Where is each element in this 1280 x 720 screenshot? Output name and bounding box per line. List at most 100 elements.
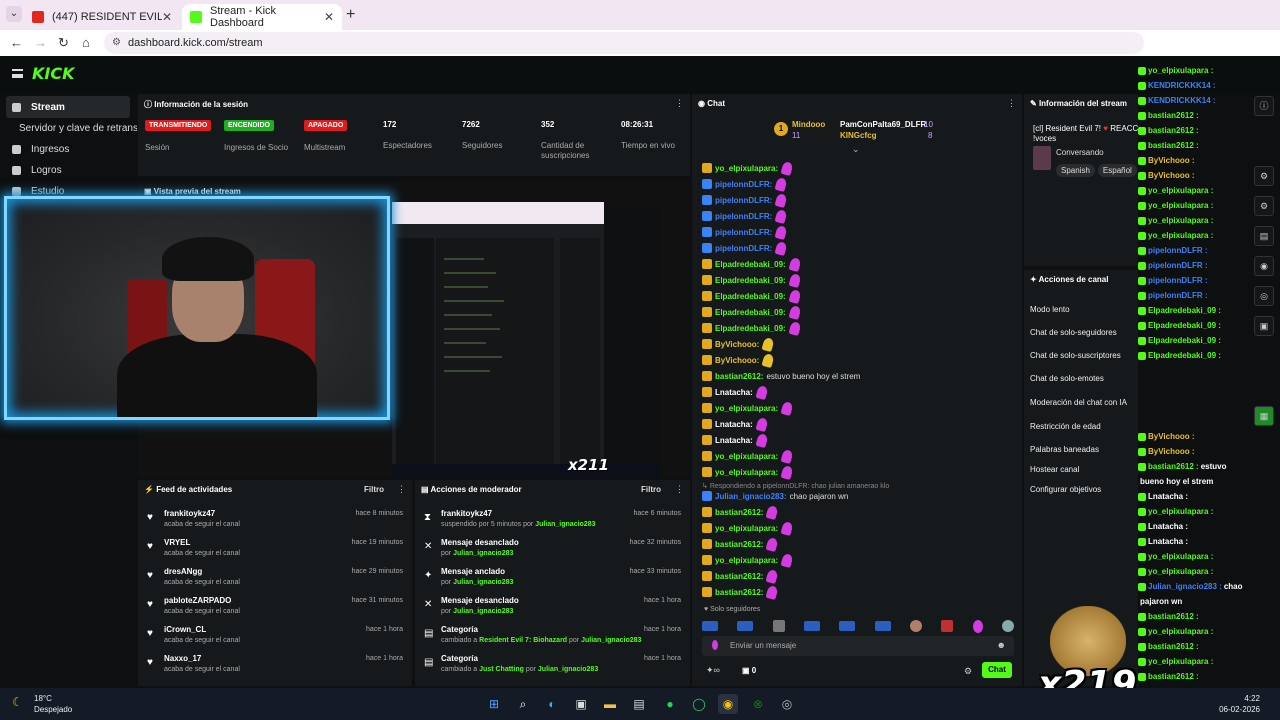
browser-tab-kick[interactable]: Stream - Kick Dashboard ✕ bbox=[182, 4, 342, 30]
more-options-icon[interactable]: ⋮ bbox=[675, 484, 684, 495]
feed-user[interactable]: Naxxo_17 bbox=[164, 654, 201, 663]
emote-icon[interactable] bbox=[839, 621, 856, 631]
chat-user[interactable]: Elpadredebaki_09: bbox=[715, 324, 786, 333]
action-emotes-only[interactable]: Chat de solo-emotes bbox=[1030, 374, 1104, 383]
url-field[interactable]: ⚙ dashboard.kick.com/stream bbox=[104, 32, 1144, 54]
close-tab-icon[interactable]: ✕ bbox=[162, 10, 172, 24]
feed-user[interactable]: pabloteZARPADO bbox=[164, 596, 231, 605]
action-host-channel[interactable]: Hostear canal bbox=[1030, 465, 1079, 474]
chat-user[interactable]: ByVichooo: bbox=[715, 340, 759, 349]
tool-icon[interactable]: ⚙ bbox=[1254, 166, 1274, 186]
chat-user[interactable]: pipelonnDLFR: bbox=[715, 212, 772, 221]
leader-user[interactable]: PamConPalta69_DLFR bbox=[840, 120, 926, 129]
more-options-icon[interactable]: ⋮ bbox=[397, 484, 406, 495]
emote-icon[interactable] bbox=[874, 621, 891, 631]
sidebar-item-logros[interactable]: Logros bbox=[6, 159, 62, 181]
more-options-icon[interactable]: ⋮ bbox=[1007, 98, 1016, 109]
chat-icon[interactable]: ◉ bbox=[1254, 256, 1274, 276]
site-info-icon[interactable]: ⚙ bbox=[112, 32, 121, 54]
send-chat-button[interactable]: Chat bbox=[982, 662, 1012, 678]
emote-icon[interactable] bbox=[909, 620, 922, 632]
folder-icon[interactable]: ▬ bbox=[600, 694, 620, 714]
reload-icon[interactable]: ↻ bbox=[58, 35, 69, 51]
action-slow-mode[interactable]: Modo lento bbox=[1030, 305, 1070, 314]
stream-preview-video[interactable] bbox=[392, 202, 660, 478]
feed-user[interactable]: dresANgg bbox=[164, 567, 202, 576]
close-tab-icon[interactable]: ✕ bbox=[324, 10, 334, 24]
chevron-down-icon[interactable]: ⌄ bbox=[852, 144, 860, 155]
home-icon[interactable]: ⌂ bbox=[82, 35, 90, 50]
chat-user[interactable]: yo_elpixulapara: bbox=[715, 556, 778, 565]
sidebar-item-ingresos[interactable]: Ingresos bbox=[6, 138, 69, 160]
chat-user[interactable]: Elpadredebaki_09: bbox=[715, 292, 786, 301]
emote-icon[interactable] bbox=[772, 620, 785, 632]
chat-user[interactable]: Lnatacha: bbox=[715, 436, 753, 445]
chat-user[interactable]: yo_elpixulapara: bbox=[715, 452, 778, 461]
emote-icon[interactable] bbox=[1001, 620, 1014, 632]
chat-user[interactable]: yo_elpixulapara: bbox=[715, 468, 778, 477]
chat-user[interactable]: bastian2612: bbox=[715, 588, 763, 597]
info-icon[interactable]: ⓘ bbox=[1254, 96, 1274, 116]
chat-user[interactable]: pipelonnDLFR: bbox=[715, 180, 772, 189]
whatsapp-icon[interactable]: ◯ bbox=[689, 694, 709, 714]
chat-user[interactable]: Elpadredebaki_09: bbox=[715, 276, 786, 285]
action-goals[interactable]: Configurar objetivos bbox=[1030, 485, 1101, 494]
sidebar-item-stream[interactable]: Stream bbox=[6, 96, 130, 118]
emote-icon[interactable] bbox=[702, 621, 718, 631]
chat-user[interactable]: pipelonnDLFR: bbox=[715, 196, 772, 205]
tool-icon[interactable]: ▤ bbox=[1254, 226, 1274, 246]
chrome-icon[interactable]: ◉ bbox=[718, 694, 738, 714]
chat-user[interactable]: bastian2612: bbox=[715, 572, 763, 581]
chat-user[interactable]: bastian2612: bbox=[715, 372, 763, 381]
mod-user[interactable]: Julian_ignacio283 bbox=[453, 608, 513, 615]
search-icon[interactable]: ⌕ bbox=[513, 694, 533, 714]
chat-user[interactable]: pipelonnDLFR: bbox=[715, 228, 772, 237]
emote-icon[interactable] bbox=[737, 621, 754, 631]
chat-user[interactable]: bastian2612: bbox=[715, 508, 763, 517]
browser-tab-youtube[interactable]: (447) RESIDENT EVIL 7 | LLAVE ✕ bbox=[24, 4, 180, 30]
chat-user[interactable]: yo_elpixulapara: bbox=[715, 404, 778, 413]
spotify-icon[interactable]: ● bbox=[660, 694, 680, 714]
mod-user[interactable]: Julian_ignacio283 bbox=[535, 521, 595, 528]
filter-button[interactable]: Filtro bbox=[641, 485, 661, 494]
settings-icon[interactable]: ⚙ bbox=[964, 666, 972, 677]
broadcast-icon[interactable]: ◎ bbox=[1254, 286, 1274, 306]
chat-user[interactable]: Elpadredebaki_09: bbox=[715, 308, 786, 317]
clock[interactable]: 4:22 06-02-2026 bbox=[1216, 693, 1260, 715]
tool-icon[interactable]: ▣ bbox=[1254, 316, 1274, 336]
chat-user[interactable]: Lnatacha: bbox=[715, 388, 753, 397]
tool-icon[interactable]: ▦ bbox=[1254, 406, 1274, 426]
app-icon[interactable]: ▤ bbox=[629, 694, 649, 714]
kick-logo[interactable]: KICK bbox=[32, 64, 75, 83]
emoji-icon[interactable]: ☻ bbox=[997, 640, 1006, 650]
chat-user[interactable]: yo_elpixulapara: bbox=[715, 524, 778, 533]
action-age-restriction[interactable]: Restricción de edad bbox=[1030, 422, 1101, 431]
forward-icon[interactable]: → bbox=[34, 35, 47, 50]
action-followers-only[interactable]: Chat de solo-seguidores bbox=[1030, 328, 1117, 337]
filter-button[interactable]: Filtro bbox=[364, 485, 384, 494]
chat-input[interactable]: Enviar un mensaje ☻ bbox=[702, 636, 1014, 656]
chat-user[interactable]: Elpadredebaki_09: bbox=[715, 260, 786, 269]
chat-user[interactable]: ByVichooo: bbox=[715, 356, 759, 365]
emote-icon[interactable] bbox=[972, 619, 983, 633]
menu-icon[interactable] bbox=[12, 69, 23, 78]
chat-user[interactable]: pipelonnDLFR: bbox=[715, 244, 772, 253]
feed-user[interactable]: frankitoykz47 bbox=[164, 509, 215, 518]
sidebar-item-server-key[interactable]: Servidor y clave de retransmisión bbox=[12, 117, 137, 139]
feed-user[interactable]: VRYEL bbox=[164, 538, 190, 547]
more-options-icon[interactable]: ⋮ bbox=[675, 98, 684, 109]
back-icon[interactable]: ← bbox=[10, 35, 23, 50]
start-icon[interactable]: ⊞ bbox=[484, 694, 504, 714]
store-icon[interactable]: ▣ bbox=[571, 694, 591, 714]
mod-category[interactable]: Just Chatting bbox=[479, 666, 524, 673]
mod-category[interactable]: Resident Evil 7: Biohazard bbox=[479, 637, 567, 644]
mod-user[interactable]: Julian_ignacio283 bbox=[453, 550, 513, 557]
feed-user[interactable]: iCrown_CL bbox=[164, 625, 206, 634]
chat-user[interactable]: Lnatacha: bbox=[715, 420, 753, 429]
new-tab-icon[interactable]: + bbox=[346, 6, 355, 24]
mod-user[interactable]: Julian_ignacio283 bbox=[538, 666, 598, 673]
chat-user[interactable]: Julian_ignacio283: bbox=[715, 492, 787, 501]
edge-icon[interactable]: ◐ bbox=[542, 694, 562, 714]
tool-icon[interactable]: ⚙ bbox=[1254, 196, 1274, 216]
obs-icon[interactable]: ◎ bbox=[777, 694, 797, 714]
